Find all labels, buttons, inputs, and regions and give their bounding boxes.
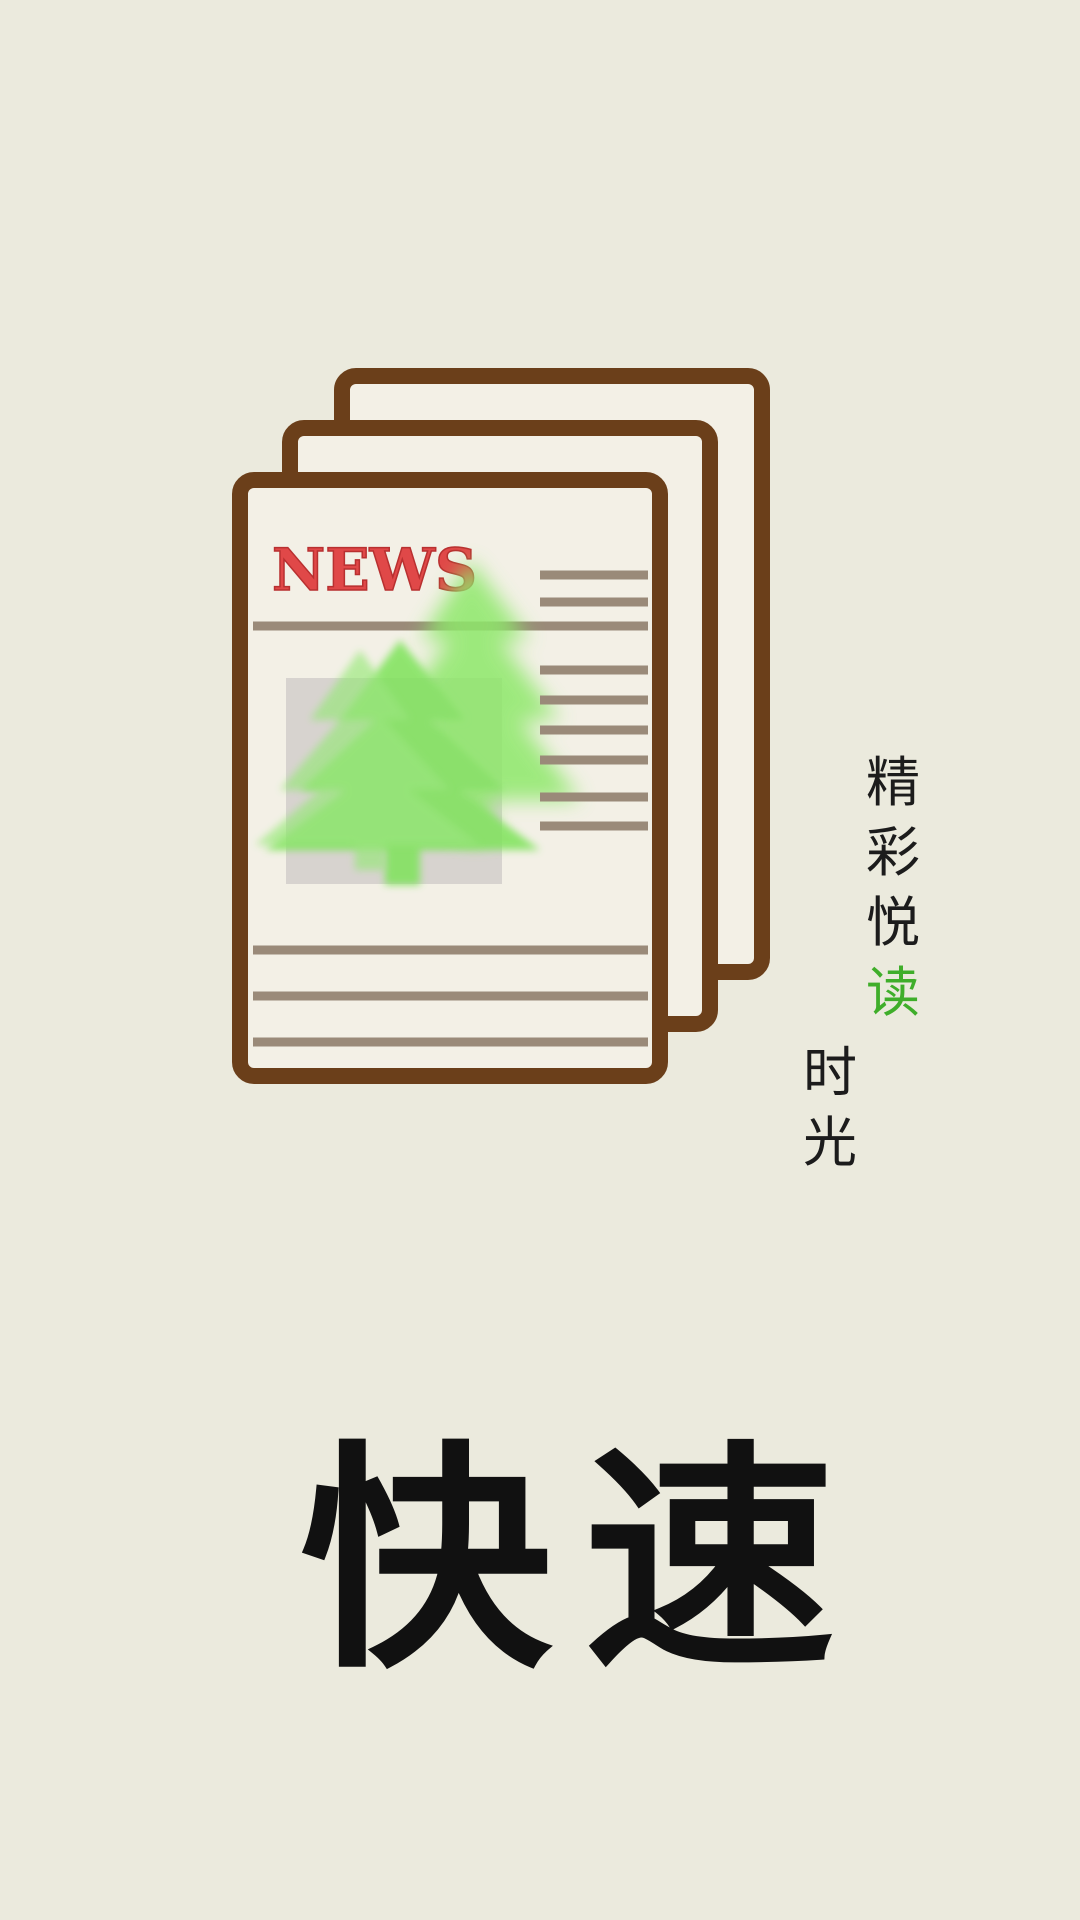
tagline-char-2: 彩 <box>866 821 920 884</box>
brand-name: 快速 <box>300 1419 867 1701</box>
tagline-sub-char-2: 光 <box>803 1111 857 1174</box>
tagline-sub-vertical: 时 光 <box>795 1038 865 1178</box>
tagline-sub-char-1: 时 <box>803 1041 857 1104</box>
news-masthead: NEWS <box>272 536 477 604</box>
tagline-char-1: 精 <box>866 751 920 814</box>
tagline-highlight-char: 读 <box>866 961 920 1024</box>
tagline-char-3: 悦 <box>866 891 920 954</box>
tagline-vertical: 精 彩 悦 读 <box>858 748 928 1028</box>
